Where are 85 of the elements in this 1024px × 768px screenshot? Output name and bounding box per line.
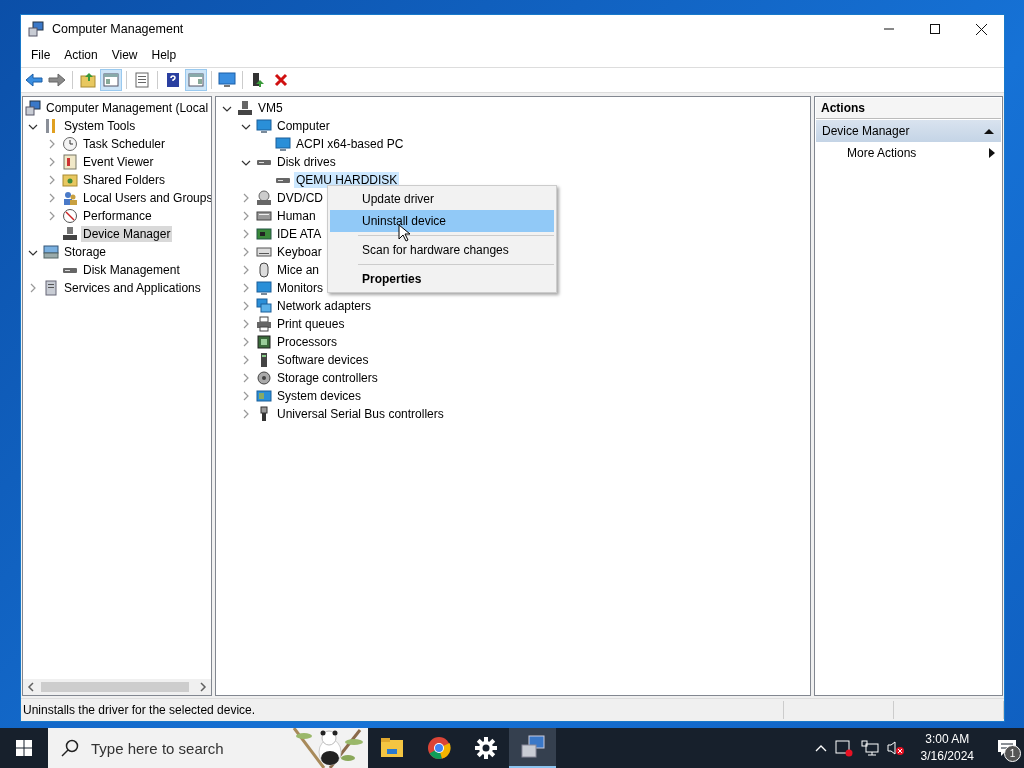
storage-controller-icon xyxy=(256,370,272,386)
computer-icon xyxy=(25,100,41,116)
tree-item[interactable]: ACPI x64-based PC xyxy=(294,136,406,152)
network-icon xyxy=(256,298,272,314)
computer-icon[interactable] xyxy=(509,728,556,768)
network-icon[interactable] xyxy=(860,740,879,756)
mouse-icon xyxy=(256,262,272,278)
tree-item[interactable]: Shared Folders xyxy=(81,172,168,188)
printer-icon xyxy=(256,316,272,332)
tree-item[interactable]: System Tools xyxy=(62,118,138,134)
maximize-icon xyxy=(930,24,940,34)
action-link[interactable]: More Actions xyxy=(847,146,917,160)
device-manager-icon xyxy=(62,226,78,242)
submenu-arrow-icon[interactable] xyxy=(989,148,995,158)
tree-item[interactable]: Disk drives xyxy=(275,154,338,170)
tree-item[interactable]: Computer Management (Local xyxy=(44,100,211,116)
tree-item[interactable]: Storage xyxy=(62,244,109,260)
input-device-icon xyxy=(256,208,272,224)
tree-item[interactable]: Performance xyxy=(81,208,154,224)
section-header[interactable]: Device Manager xyxy=(816,120,1001,142)
gauge-icon xyxy=(62,208,78,224)
menu-item[interactable]: View xyxy=(104,48,145,62)
system-device-icon xyxy=(256,388,272,404)
monitor-icon xyxy=(275,136,291,152)
keyboard-icon xyxy=(256,244,272,260)
tree-item[interactable]: DVD/CD xyxy=(275,190,325,206)
notification-button[interactable]: 1 xyxy=(990,728,1024,768)
tree-item[interactable]: Software devices xyxy=(275,352,371,368)
tree-item[interactable]: Human xyxy=(275,208,318,224)
processor-icon xyxy=(256,334,272,350)
menu-item[interactable]: Uninstall device xyxy=(330,210,554,232)
app-icon xyxy=(28,21,44,37)
status-text: Uninstalls the driver for the selected device. xyxy=(21,701,784,719)
pane-title: Actions xyxy=(816,98,1001,119)
tree-item[interactable]: Event Viewer xyxy=(81,154,156,170)
monitor-icon xyxy=(256,118,272,134)
close-icon xyxy=(975,23,987,35)
tree-item[interactable]: Universal Serial Bus controllers xyxy=(275,406,446,422)
collapse-triangle-icon[interactable] xyxy=(983,126,995,136)
clock-date[interactable]: 3/16/2024 xyxy=(920,748,974,765)
tree-item[interactable]: Task Scheduler xyxy=(81,136,168,152)
menu-item[interactable]: Update driver xyxy=(330,188,554,210)
tree-item[interactable]: Monitors xyxy=(275,280,325,296)
clock-time[interactable]: 3:00 AM xyxy=(925,731,970,748)
tree-item[interactable]: System devices xyxy=(275,388,364,404)
tree-item[interactable]: Keyboar xyxy=(275,244,324,260)
sync-alert-icon[interactable] xyxy=(834,739,853,757)
tree-pane-icon[interactable] xyxy=(100,69,122,91)
horizontal-scrollbar[interactable] xyxy=(23,679,211,695)
computer-tower-icon xyxy=(237,100,253,116)
tree-item[interactable]: Processors xyxy=(275,334,340,350)
services-icon xyxy=(43,280,59,296)
tree-item[interactable]: IDE ATA xyxy=(275,226,324,242)
menu-item[interactable]: Properties xyxy=(330,268,554,290)
menu-item[interactable]: Scan for hardware changes xyxy=(330,239,554,261)
monitor-icon xyxy=(256,280,272,296)
menu-item[interactable]: Help xyxy=(144,48,184,62)
section-label: Device Manager xyxy=(822,124,910,138)
tree-item[interactable]: VM5 xyxy=(256,100,285,116)
chevron-up-icon[interactable] xyxy=(814,744,827,752)
clock-icon xyxy=(62,136,78,152)
search-field[interactable]: Type here to search xyxy=(89,738,293,758)
shared-folder-icon xyxy=(62,172,78,188)
tree-item[interactable]: Device Manager xyxy=(81,226,173,242)
search-icon xyxy=(61,739,79,757)
storage-icon xyxy=(43,244,59,260)
tree-item[interactable]: Services and Applications xyxy=(62,280,203,296)
speaker-muted-icon[interactable] xyxy=(886,740,905,756)
tree-item[interactable]: Storage controllers xyxy=(275,370,380,386)
notification-count: 1 xyxy=(1004,745,1021,762)
tree-item[interactable]: Disk Management xyxy=(81,262,182,278)
windows-logo-icon xyxy=(16,740,32,756)
window-title: Computer Management xyxy=(52,22,185,36)
tree-item[interactable]: Mice an xyxy=(275,262,322,278)
users-icon xyxy=(62,190,78,206)
menu-item[interactable]: Action xyxy=(57,48,105,62)
optical-drive-icon xyxy=(256,190,272,206)
tree-item[interactable]: Computer xyxy=(275,118,332,134)
tree-item[interactable]: QEMU HARDDISK xyxy=(294,172,400,188)
log-icon xyxy=(62,154,78,170)
tree-item[interactable]: Print queues xyxy=(275,316,347,332)
menu-item[interactable]: File xyxy=(24,48,58,62)
controller-card-icon xyxy=(256,226,272,242)
mouse-pointer-icon xyxy=(398,224,410,242)
tree-item[interactable]: Network adapters xyxy=(275,298,374,314)
